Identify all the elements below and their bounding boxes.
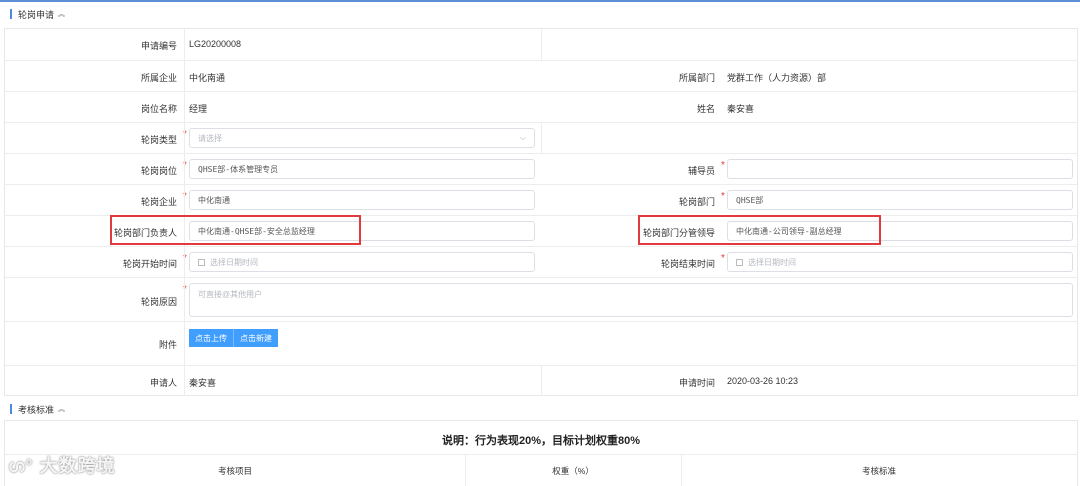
watermark-logo: ഗ° 大数跨境 — [8, 452, 116, 478]
column-divider — [541, 29, 542, 60]
end-placeholder: 选择日期时间 — [748, 257, 796, 267]
form-row: 附件 点击上传 点击新建 — [5, 321, 1077, 365]
start-date-picker[interactable]: 选择日期时间 — [189, 252, 535, 272]
dept-label: 所属部门 — [678, 73, 715, 83]
form-row: 轮岗岗位 * QHSE部-体系管理专员 辅导员 * — [5, 153, 1077, 184]
apply-no-value: LG20200008 — [189, 39, 242, 49]
collapse-icon[interactable]: ︽ — [58, 404, 65, 414]
rot-type-label: 轮岗类型 — [140, 135, 177, 145]
form-row: 轮岗企业 * 中化南通 轮岗部门 * QHSE部 — [5, 184, 1077, 215]
form-row: 所属企业 中化南通 所属部门 党群工作（人力资源）部 — [5, 60, 1077, 91]
column-divider — [184, 29, 185, 396]
form-row: 轮岗开始时间 * 选择日期时间 轮岗结束时间 * 选择日期时间 — [5, 246, 1077, 277]
reason-textarea[interactable]: 可直接@其他用户 — [189, 283, 1073, 317]
highlight-box — [110, 215, 361, 245]
rotation-form: 申请编号 LG20200008 所属企业 中化南通 所属部门 党群工作（人力资源… — [4, 28, 1078, 396]
rot-company-input[interactable]: 中化南通 — [189, 190, 535, 210]
upload-button[interactable]: 点击上传 — [189, 329, 233, 347]
rot-company-label: 轮岗企业 — [140, 197, 177, 207]
post-label: 岗位名称 — [140, 104, 177, 114]
form-row: 轮岗原因 * 可直接@其他用户 — [5, 277, 1077, 321]
column-header: 考核标准 — [861, 466, 896, 476]
name-label: 姓名 — [696, 104, 715, 114]
end-label: 轮岗结束时间 — [660, 259, 715, 269]
rot-type-placeholder: 请选择 — [198, 133, 222, 143]
section-header-assessment[interactable]: 考核标准 ︽ — [4, 398, 65, 420]
required-mark: * — [721, 191, 725, 202]
section-title: 考核标准 — [18, 404, 55, 415]
rot-dept-label: 轮岗部门 — [678, 197, 715, 207]
start-label: 轮岗开始时间 — [122, 259, 177, 269]
post-value: 经理 — [189, 104, 208, 114]
apply-time-label: 申请时间 — [678, 378, 715, 388]
calendar-icon — [198, 258, 205, 266]
table-header-row: 考核项目 权重（%） 考核标准 — [5, 454, 1077, 486]
top-border — [0, 0, 1080, 2]
reason-label: 轮岗原因 — [140, 297, 177, 307]
collapse-icon[interactable]: ︽ — [58, 9, 65, 19]
required-mark: * — [721, 253, 725, 264]
form-row: 岗位名称 经理 姓名 秦安喜 — [5, 91, 1077, 122]
column-header: 权重（%） — [552, 466, 594, 476]
section-title: 轮岗申请 — [18, 9, 55, 20]
name-value: 秦安喜 — [727, 104, 755, 114]
watermark-text: 大数跨境 — [39, 456, 116, 476]
calendar-icon — [736, 258, 743, 266]
section-marker — [10, 404, 12, 414]
section-header-rotation[interactable]: 轮岗申请 ︽ — [4, 3, 65, 25]
applicant-value: 秦安喜 — [189, 378, 217, 388]
assessment-table: 说明：行为表现20%，目标计划权重80% 考核项目 权重（%） 考核标准 — [4, 420, 1078, 486]
rot-type-select[interactable]: 请选择 ⌵ — [189, 128, 535, 148]
rot-post-input[interactable]: QHSE部-体系管理专员 — [189, 159, 535, 179]
start-placeholder: 选择日期时间 — [210, 257, 258, 267]
apply-time-value: 2020-03-26 10:23 — [727, 376, 799, 386]
column-divider — [541, 122, 542, 153]
applicant-label: 申请人 — [149, 378, 177, 388]
company-value: 中化南通 — [189, 73, 226, 83]
new-button[interactable]: 点击新建 — [233, 329, 278, 347]
company-label: 所属企业 — [140, 73, 177, 83]
rot-dept-input[interactable]: QHSE部 — [727, 190, 1073, 210]
section-marker — [10, 9, 12, 19]
reason-placeholder: 可直接@其他用户 — [198, 290, 263, 299]
attach-label: 附件 — [158, 340, 177, 350]
end-date-picker[interactable]: 选择日期时间 — [727, 252, 1073, 272]
watermark-icon: ഗ° — [8, 456, 40, 476]
required-mark: * — [721, 160, 725, 171]
assessment-note: 说明：行为表现20%，目标计划权重80% — [441, 435, 641, 447]
mentor-label: 辅导员 — [687, 166, 715, 176]
apply-no-label: 申请编号 — [140, 41, 177, 51]
chevron-down-icon: ⌵ — [519, 133, 526, 142]
dept-value: 党群工作（人力资源）部 — [727, 73, 827, 83]
highlight-box — [638, 215, 881, 245]
mentor-input[interactable] — [727, 159, 1073, 179]
column-divider — [541, 365, 542, 396]
rot-post-label: 轮岗岗位 — [140, 166, 177, 176]
